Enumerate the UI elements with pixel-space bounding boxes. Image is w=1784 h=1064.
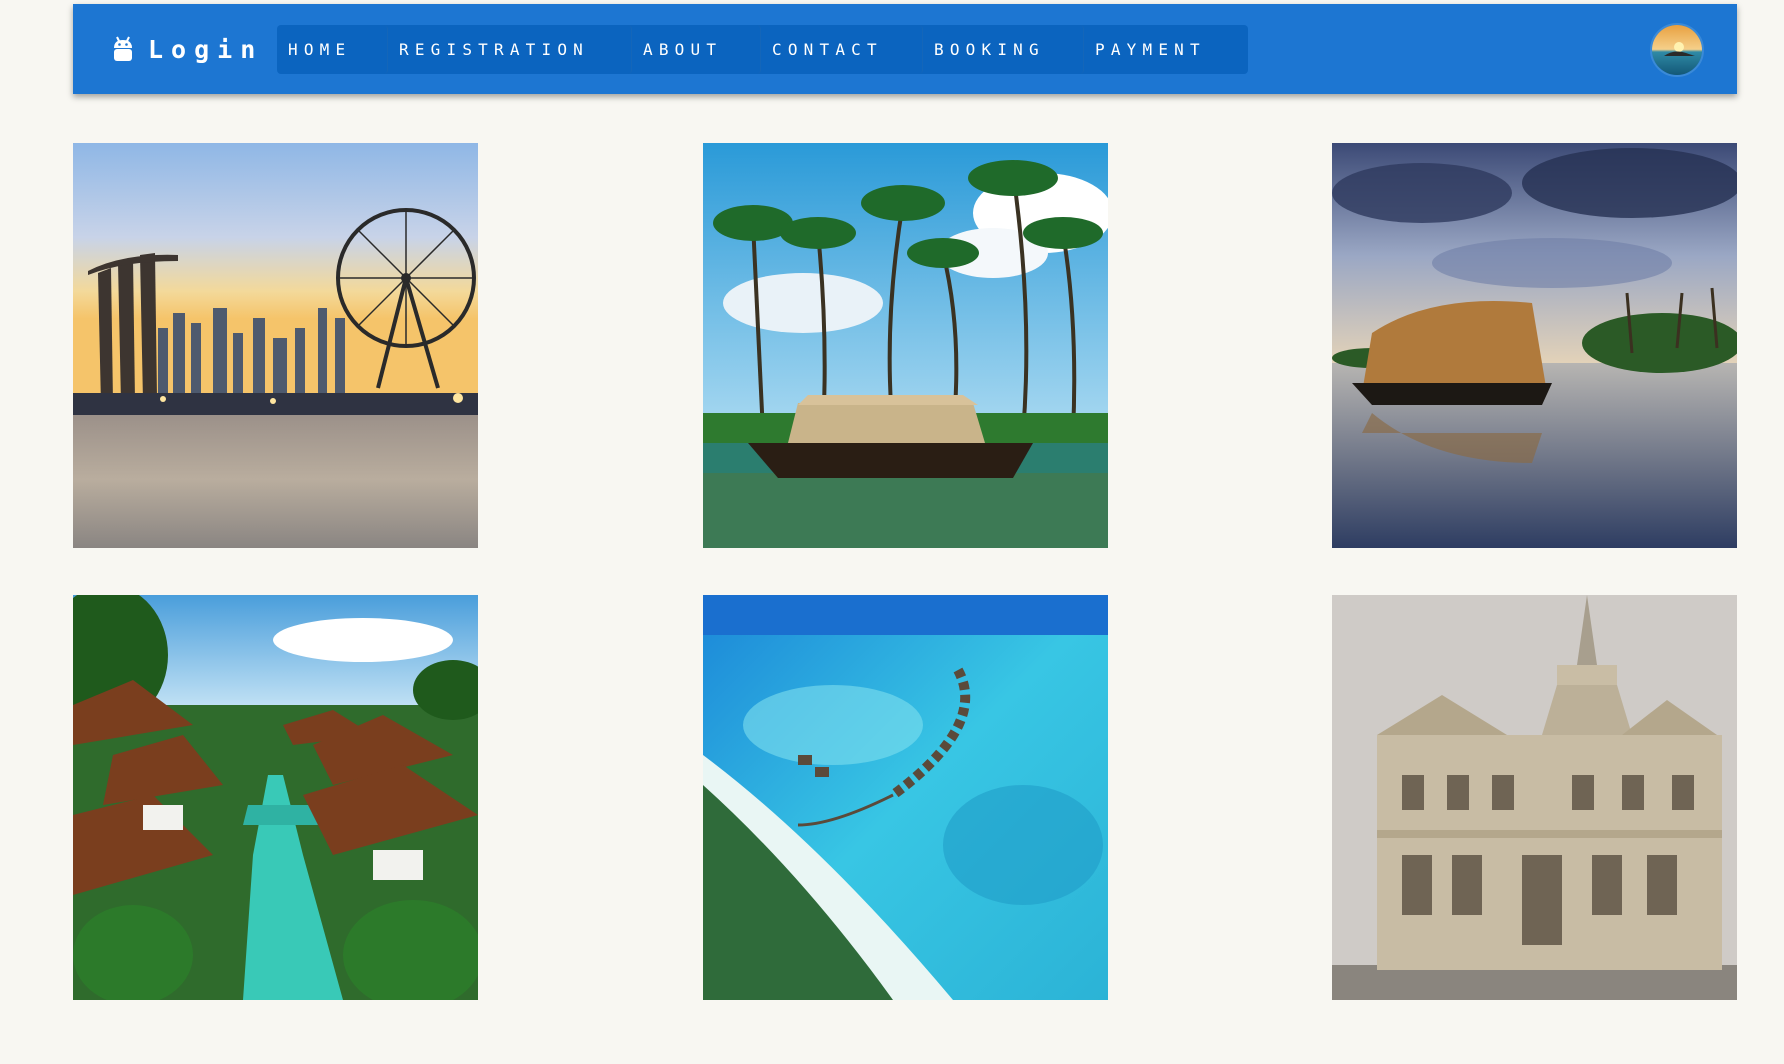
nav-item-payment[interactable]: PAYMENT bbox=[1084, 25, 1248, 74]
navbar: Login HOME REGISTRATION ABOUT CONTACT BO… bbox=[73, 4, 1737, 94]
gallery-image-backwater-houseboat-reflection[interactable] bbox=[1332, 143, 1737, 548]
nav-menu: HOME REGISTRATION ABOUT CONTACT BOOKING … bbox=[277, 25, 1248, 74]
gallery-image-resort-pool[interactable] bbox=[73, 595, 478, 1000]
android-icon bbox=[111, 34, 135, 64]
brand[interactable]: Login bbox=[111, 4, 263, 94]
nav-item-home[interactable]: HOME bbox=[277, 25, 388, 74]
nav-item-registration[interactable]: REGISTRATION bbox=[388, 25, 632, 74]
brand-label[interactable]: Login bbox=[148, 35, 263, 64]
gallery-image-maldives-lagoon[interactable] bbox=[703, 595, 1108, 1000]
nav-item-booking[interactable]: BOOKING bbox=[923, 25, 1084, 74]
gallery-image-singapore-skyline[interactable] bbox=[73, 143, 478, 548]
nav-item-contact[interactable]: CONTACT bbox=[761, 25, 923, 74]
gallery-image-white-marble-temple[interactable] bbox=[1332, 595, 1737, 1000]
profile-avatar[interactable] bbox=[1650, 23, 1704, 77]
gallery-image-kerala-houseboat-palms[interactable] bbox=[703, 143, 1108, 548]
nav-item-about[interactable]: ABOUT bbox=[632, 25, 761, 74]
